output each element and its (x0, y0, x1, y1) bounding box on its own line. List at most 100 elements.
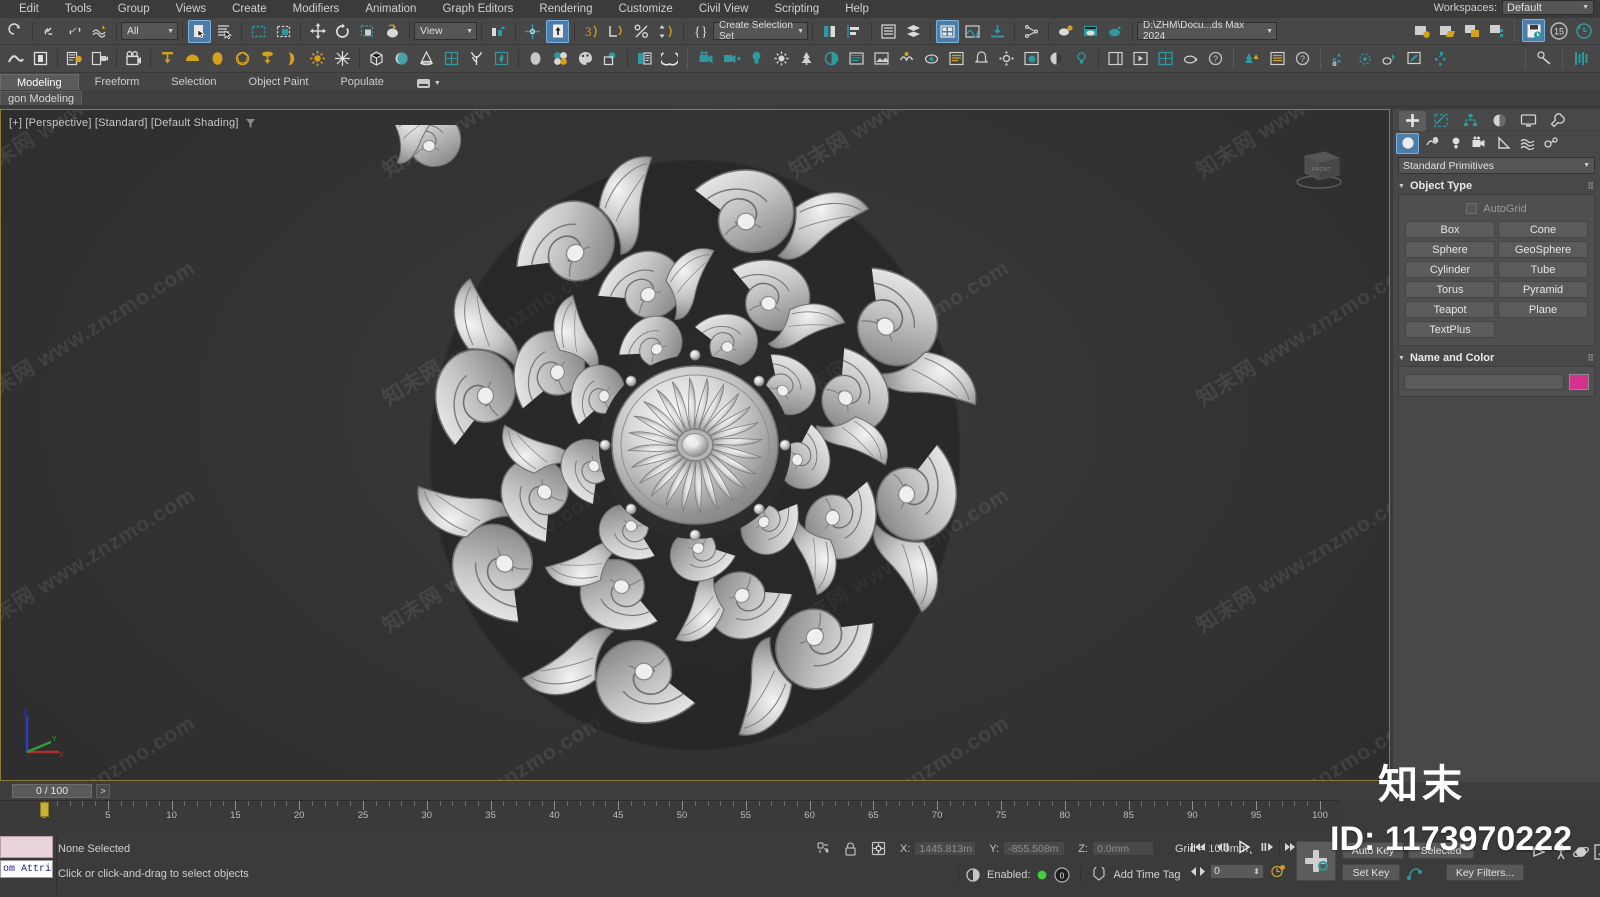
menu-item-animation[interactable]: Animation (352, 0, 429, 18)
add-time-tag-label[interactable]: Add Time Tag (1113, 869, 1180, 881)
array-icon[interactable] (605, 20, 628, 43)
render-frame-window-icon[interactable] (1079, 20, 1102, 43)
multi-material-icon[interactable] (549, 47, 572, 70)
teapot-preview-icon[interactable] (1179, 47, 1202, 70)
align-objects-icon[interactable] (843, 20, 866, 43)
play-animation-button[interactable] (1235, 838, 1255, 856)
current-frame-readout[interactable]: 0 / 100 (12, 784, 92, 798)
autogrid-row[interactable]: AutoGrid (1405, 200, 1588, 217)
y-coord-field[interactable]: -855.508m (1003, 841, 1066, 856)
next-frame-button[interactable] (1257, 838, 1277, 856)
cylinder-button[interactable]: Cylinder (1405, 261, 1495, 278)
add-time-tag-icon[interactable] (1091, 867, 1107, 883)
helpers-category-icon[interactable] (1492, 133, 1515, 154)
spinner-snap-icon[interactable] (1378, 47, 1401, 70)
vray-icon[interactable] (658, 47, 681, 70)
maxscript-listener-icon[interactable]: {} (689, 20, 712, 43)
torus-button[interactable]: Torus (1405, 281, 1495, 298)
selection-set-input[interactable]: Create Selection Set ▼ (713, 20, 808, 42)
z-coord-field[interactable]: 0.0mm (1091, 841, 1154, 856)
mirror-icon[interactable]: 3 (580, 20, 603, 43)
material-sphere-icon[interactable] (524, 47, 547, 70)
hierarchy-tab[interactable] (1457, 111, 1484, 131)
time-slider-bar[interactable]: 0 / 100 > (0, 782, 1600, 800)
toggle-panels-icon[interactable] (1570, 47, 1593, 70)
select-and-move-icon[interactable] (306, 20, 329, 43)
next-frame-button[interactable]: > (96, 784, 110, 798)
window-primitive-icon[interactable] (440, 47, 463, 70)
pine-tree-icon[interactable] (795, 47, 818, 70)
box-button[interactable]: Box (1405, 221, 1495, 238)
ribbon-tab-object-paint[interactable]: Object Paint (233, 74, 325, 90)
object-color-swatch[interactable] (1569, 374, 1589, 390)
paint-selection-icon[interactable] (1403, 47, 1426, 70)
plane-button[interactable]: Plane (1498, 301, 1588, 318)
material-palette-icon[interactable] (574, 47, 597, 70)
pyramid-button[interactable]: Pyramid (1498, 281, 1588, 298)
filter-funnel-icon[interactable] (245, 118, 256, 129)
bell-icon[interactable] (970, 47, 993, 70)
sphere-primitive-icon[interactable] (390, 47, 413, 70)
go-to-start-button[interactable] (1188, 838, 1208, 856)
maximize-viewport-icon[interactable] (1593, 843, 1600, 861)
x-coord-field[interactable]: 1445.813m (914, 841, 977, 856)
play-panel-icon[interactable] (1129, 47, 1152, 70)
current-frame-spinner[interactable]: 0 ⬍ (1210, 863, 1264, 879)
select-link-icon[interactable] (38, 20, 61, 43)
render-setup-icon[interactable] (986, 20, 1009, 43)
geosphere-button[interactable]: GeoSphere (1498, 241, 1588, 258)
render-production-icon[interactable] (1104, 20, 1127, 43)
forest-pack-icon[interactable] (1241, 47, 1264, 70)
material-editor-icon[interactable] (936, 19, 959, 43)
ribbon-subtab-polygon-modeling[interactable]: gon Modeling (0, 90, 83, 105)
select-and-rotate-icon[interactable] (331, 20, 354, 43)
modify-tab[interactable] (1428, 111, 1455, 131)
isolate-selection-icon[interactable] (815, 840, 832, 857)
tube-button[interactable]: Tube (1498, 261, 1588, 278)
ceiling-medallion-model[interactable] (395, 125, 995, 765)
menu-item-edit[interactable]: Edit (6, 0, 52, 18)
light-list-icon[interactable] (63, 47, 86, 70)
rollout-object-type-header[interactable]: ▼ Object Type ⠿ (1398, 178, 1595, 194)
proxy-icon[interactable] (820, 47, 843, 70)
sphere-light-icon[interactable] (206, 47, 229, 70)
ribbon-tab-selection[interactable]: Selection (155, 74, 232, 90)
lightbulb-icon[interactable] (1070, 47, 1093, 70)
scene-explorer-icon[interactable] (902, 20, 925, 43)
light-create-icon[interactable] (745, 47, 768, 70)
angle-snap-icon[interactable] (1353, 47, 1376, 70)
maxscript-output-pane[interactable] (0, 836, 53, 858)
sun-position-icon[interactable] (770, 47, 793, 70)
use-pivot-point-center-icon[interactable] (487, 20, 510, 43)
layer-manager-icon[interactable] (877, 20, 900, 43)
project-open-icon[interactable] (1435, 19, 1458, 42)
viewport-label[interactable]: [+] [Perspective] [Standard] [Default Sh… (9, 117, 256, 129)
cameras-category-icon[interactable] (1468, 133, 1491, 154)
set-key-button[interactable]: Set Key (1342, 864, 1400, 881)
autobackup-count-icon[interactable]: 15 (1547, 19, 1570, 42)
ribbon-tab-modeling[interactable]: Modeling (0, 74, 79, 90)
teapot-button[interactable]: Teapot (1405, 301, 1495, 318)
camera-create-icon[interactable] (695, 47, 718, 70)
bind-space-warp-icon[interactable] (88, 20, 111, 43)
decal-icon[interactable] (920, 47, 943, 70)
menu-item-group[interactable]: Group (105, 0, 163, 18)
viewport-perspective[interactable]: [+] [Perspective] [Standard] [Default Sh… (0, 109, 1390, 781)
menu-item-modifiers[interactable]: Modifiers (280, 0, 353, 18)
settings-gear-icon[interactable] (995, 47, 1018, 70)
chevron-down-icon[interactable]: ▼ (434, 80, 441, 87)
select-and-scale-icon[interactable] (356, 20, 379, 43)
adaptive-degradation-icon[interactable] (965, 867, 981, 883)
geometry-category-icon[interactable] (1396, 132, 1419, 154)
help2-icon[interactable]: ? (1291, 47, 1314, 70)
geodesic-light-icon[interactable] (231, 47, 254, 70)
utilities-tab[interactable] (1544, 111, 1571, 131)
dome-light-icon[interactable] (181, 47, 204, 70)
reference-coord-dropdown[interactable]: View ▼ (414, 22, 477, 40)
named-selection-sets-icon[interactable] (546, 19, 569, 43)
rectangular-select-region-icon[interactable] (247, 20, 270, 43)
snap-toggle-icon[interactable] (1328, 47, 1351, 70)
railclone-icon[interactable] (1266, 47, 1289, 70)
project-path-dropdown[interactable]: D:\ZHM\Docu...ds Max 2024 ▼ (1137, 20, 1277, 42)
ruler-playhead[interactable] (40, 802, 49, 817)
